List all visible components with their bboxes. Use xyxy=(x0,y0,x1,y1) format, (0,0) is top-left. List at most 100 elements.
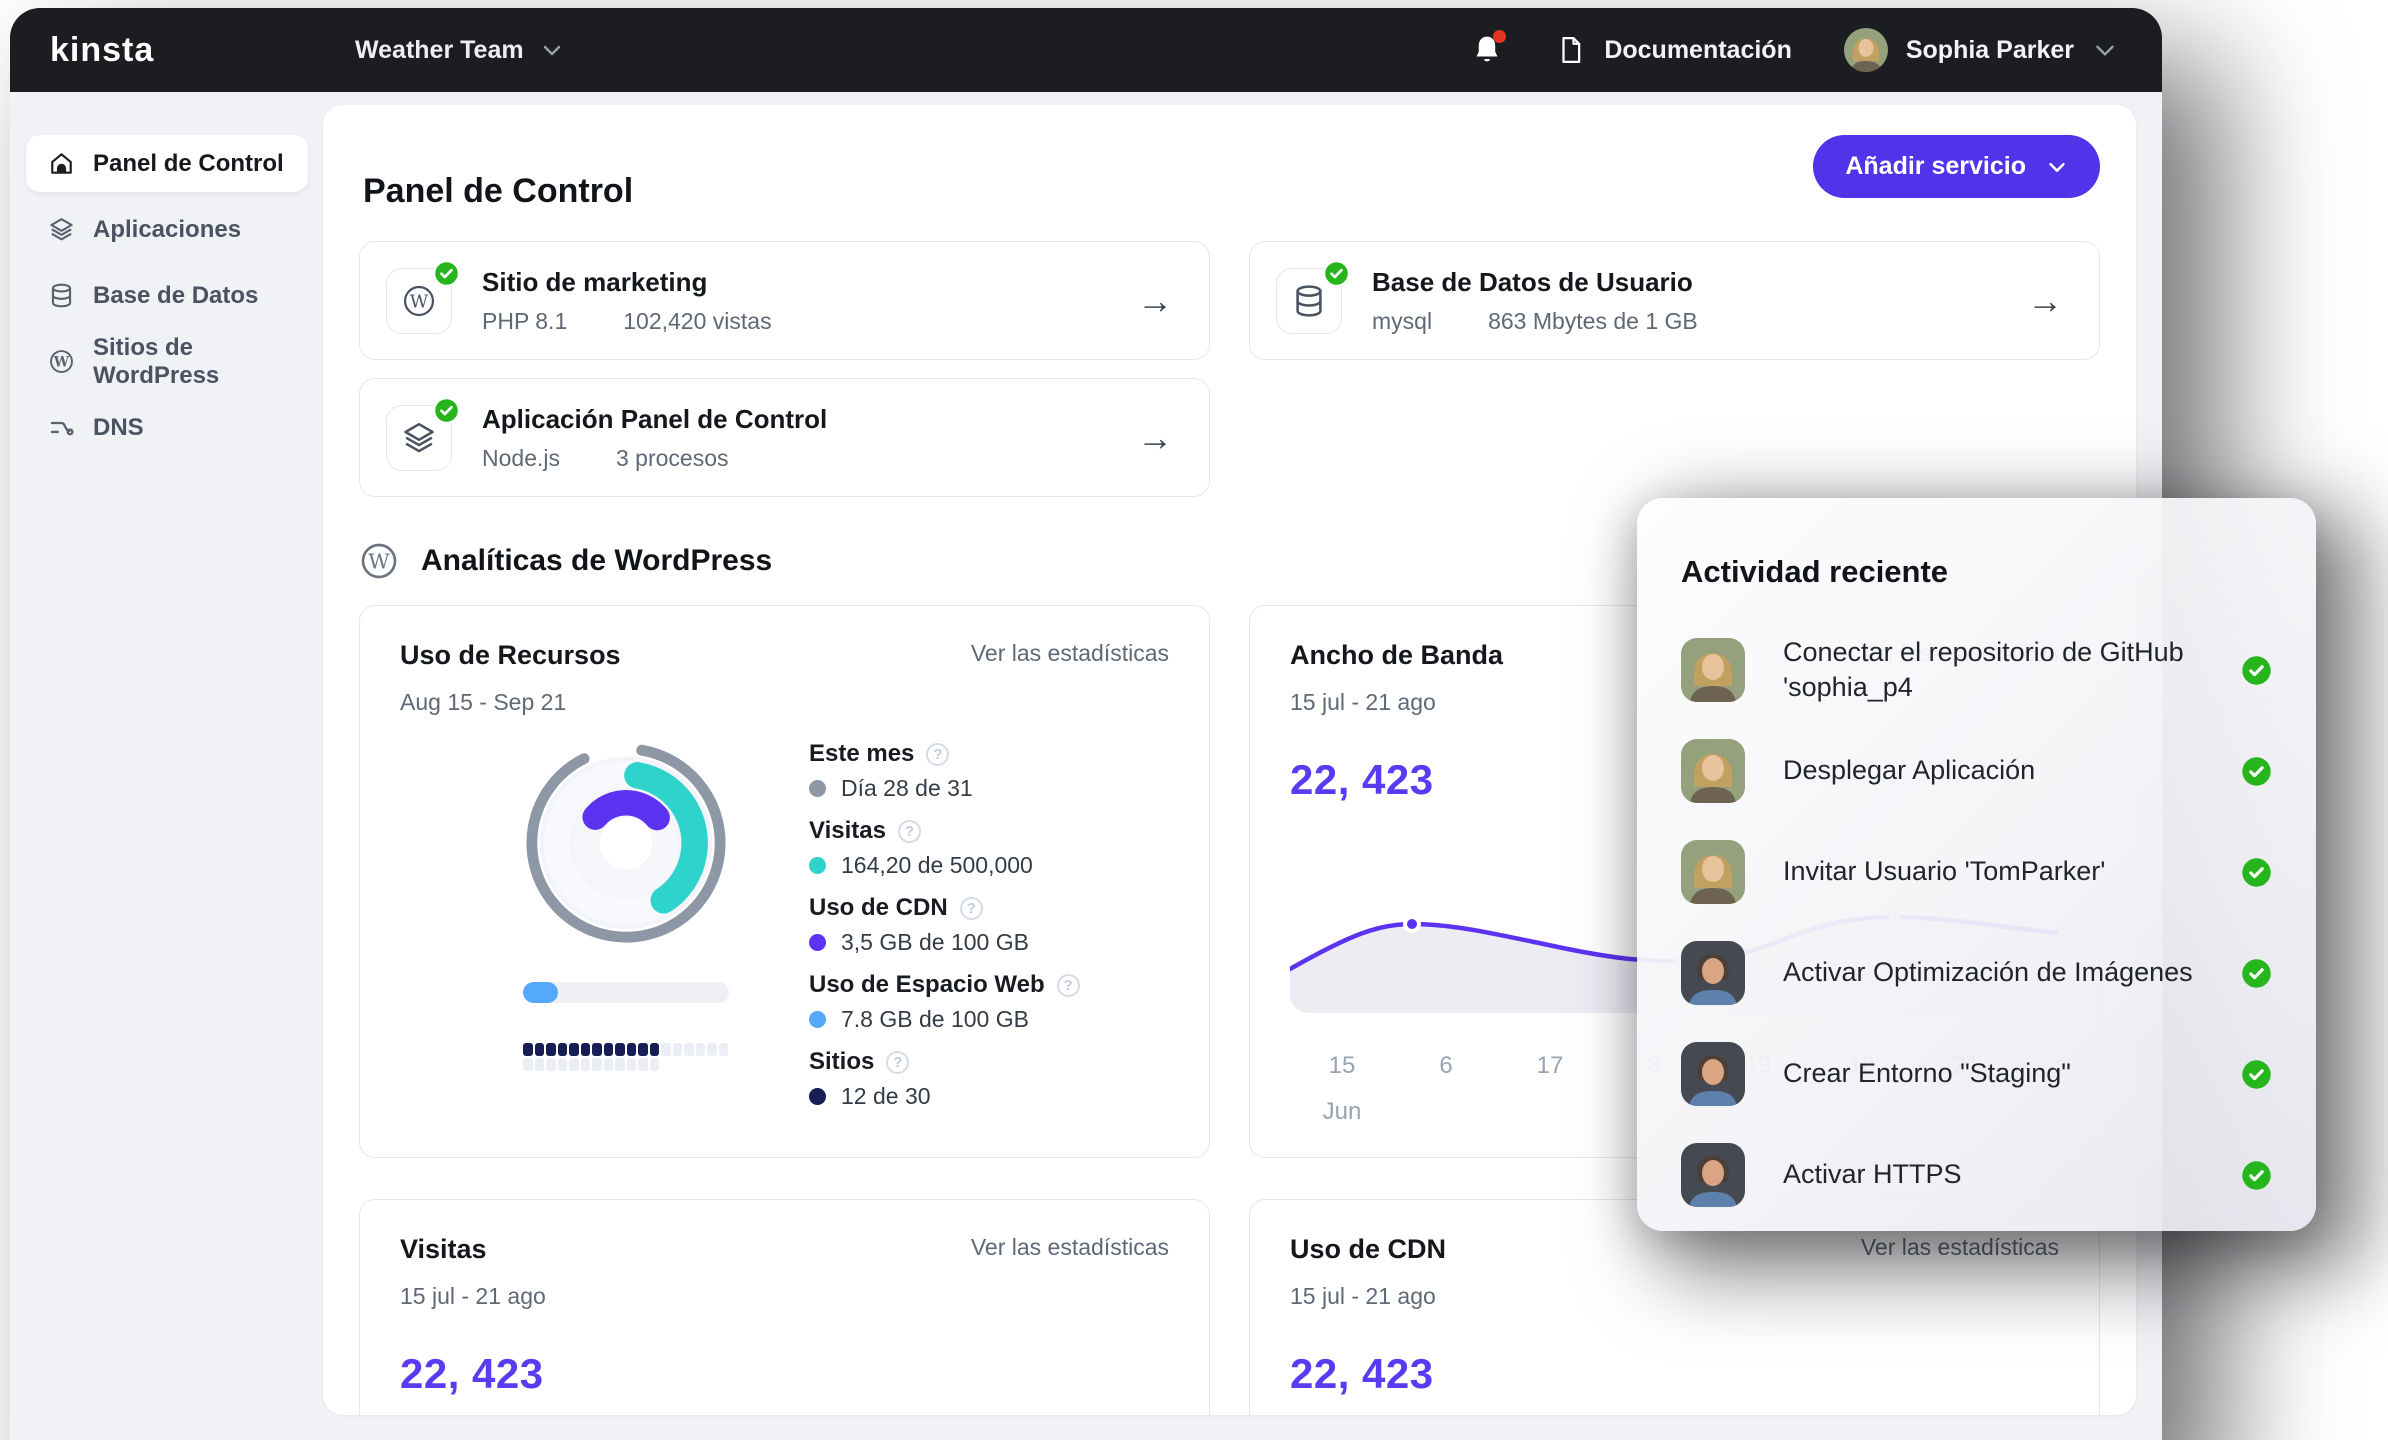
database-icon xyxy=(1291,283,1327,319)
page-title: Panel de Control xyxy=(363,172,633,211)
help-icon[interactable]: ? xyxy=(898,820,921,843)
x-axis-tick: 15 xyxy=(1329,1052,1356,1079)
layers-icon xyxy=(401,420,437,456)
service-card-base-de-datos-de-usuario[interactable]: Base de Datos de Usuario mysql 863 Mbyte… xyxy=(1249,241,2100,360)
documentation-link[interactable]: Documentación xyxy=(1556,33,1792,67)
service-cards-grid: W Sitio de marketing PHP 8.1 102,420 vis… xyxy=(359,241,2100,497)
activity-item[interactable]: Conectar el repositorio de GitHub 'sophi… xyxy=(1681,628,2272,712)
help-icon[interactable]: ? xyxy=(886,1051,909,1074)
activity-item[interactable]: Desplegar Aplicación xyxy=(1681,729,2272,813)
sidebar-navigation: Panel de Control Aplicaciones Base de Da… xyxy=(26,135,308,456)
arrow-right-icon[interactable]: → xyxy=(2027,283,2063,319)
chevron-down-icon xyxy=(2046,156,2068,178)
avatar xyxy=(1681,739,1745,803)
status-ok-badge xyxy=(1323,260,1350,287)
legend-color-dot xyxy=(809,934,826,951)
service-meta-runtime: Node.js xyxy=(482,445,560,472)
view-stats-link[interactable]: Ver las estadísticas xyxy=(971,1234,1169,1261)
visits-card: Visitas Ver las estadísticas 15 jul - 21… xyxy=(359,1199,1210,1415)
site-segment xyxy=(673,1043,683,1056)
service-title: Base de Datos de Usuario xyxy=(1372,267,1698,298)
check-circle-icon xyxy=(2241,756,2272,787)
arrow-right-icon[interactable]: → xyxy=(1137,420,1173,456)
wordpress-icon: W xyxy=(48,348,75,375)
team-selector-label: Weather Team xyxy=(355,36,524,65)
sidebar-item-label: DNS xyxy=(93,414,144,442)
document-icon xyxy=(1556,33,1586,67)
legend-item-visitas: Visitas? 164,20 de 500,000 xyxy=(809,817,1080,879)
activity-item[interactable]: Crear Entorno "Staging" xyxy=(1681,1032,2272,1116)
service-meta-runtime: mysql xyxy=(1372,308,1432,335)
card-date-range: 15 jul - 21 ago xyxy=(1290,1283,2059,1310)
resource-usage-donut-chart xyxy=(523,740,729,946)
help-icon[interactable]: ? xyxy=(1057,974,1080,997)
legend-item-este-mes: Este mes? Día 28 de 31 xyxy=(809,740,1080,802)
svg-text:W: W xyxy=(368,550,390,574)
activity-item[interactable]: Activar HTTPS xyxy=(1681,1133,2272,1217)
service-icon-tile xyxy=(386,405,452,471)
site-segment xyxy=(719,1043,729,1056)
legend-label: Este mes xyxy=(809,740,914,768)
legend-value: Día 28 de 31 xyxy=(841,775,973,802)
legend-color-dot xyxy=(809,1088,826,1105)
sidebar-item-label: Aplicaciones xyxy=(93,216,241,244)
service-icon-tile: W xyxy=(386,268,452,334)
site-segment xyxy=(627,1043,637,1056)
sidebar-item-label: Base de Datos xyxy=(93,282,258,310)
wordpress-analytics-heading: W Analíticas de WordPress xyxy=(359,541,772,581)
service-meta-stat: 863 Mbytes de 1 GB xyxy=(1488,308,1698,335)
site-segment xyxy=(581,1058,591,1071)
site-segment xyxy=(707,1043,717,1056)
legend-label: Visitas xyxy=(809,817,886,845)
wordpress-icon: W xyxy=(359,541,399,581)
site-segment xyxy=(569,1058,579,1071)
site-segment xyxy=(569,1043,579,1056)
sidebar-item-sitios-de-wordpress[interactable]: W Sitios de WordPress xyxy=(26,333,308,390)
avatar xyxy=(1681,638,1745,702)
site-segment xyxy=(615,1058,625,1071)
legend-color-dot xyxy=(809,780,826,797)
sidebar-item-dns[interactable]: DNS xyxy=(26,399,308,456)
notifications-button[interactable] xyxy=(1470,32,1504,68)
service-meta-stat: 102,420 vistas xyxy=(623,308,771,335)
avatar xyxy=(1681,941,1745,1005)
activity-item[interactable]: Activar Optimización de Imágenes xyxy=(1681,931,2272,1015)
activity-text: Invitar Usuario 'TomParker' xyxy=(1783,854,2203,889)
legend-value: 3,5 GB de 100 GB xyxy=(841,929,1029,956)
sidebar-item-panel-de-control[interactable]: Panel de Control xyxy=(26,135,308,192)
team-selector[interactable]: Weather Team xyxy=(355,36,564,65)
sidebar-item-base-de-datos[interactable]: Base de Datos xyxy=(26,267,308,324)
chart-marker-dot xyxy=(1405,917,1419,931)
view-stats-link[interactable]: Ver las estadísticas xyxy=(971,640,1169,667)
user-menu[interactable]: Sophia Parker xyxy=(1844,28,2118,72)
user-avatar xyxy=(1844,28,1888,72)
site-segment xyxy=(592,1058,602,1071)
activity-item[interactable]: Invitar Usuario 'TomParker' xyxy=(1681,830,2272,914)
service-card-sitio-de-marketing[interactable]: W Sitio de marketing PHP 8.1 102,420 vis… xyxy=(359,241,1210,360)
add-service-label: Añadir servicio xyxy=(1845,152,2026,181)
status-ok-badge xyxy=(433,397,460,424)
site-segment xyxy=(546,1058,556,1071)
help-icon[interactable]: ? xyxy=(960,897,983,920)
site-segment xyxy=(650,1043,660,1056)
notification-badge-dot xyxy=(1493,30,1506,43)
home-icon xyxy=(48,150,75,177)
service-info: Base de Datos de Usuario mysql 863 Mbyte… xyxy=(1372,267,1698,335)
activity-text: Activar HTTPS xyxy=(1783,1157,2203,1192)
status-ok-badge xyxy=(433,260,460,287)
help-icon[interactable]: ? xyxy=(926,743,949,766)
view-stats-link[interactable]: Ver las estadísticas xyxy=(1861,1234,2059,1261)
sidebar-item-aplicaciones[interactable]: Aplicaciones xyxy=(26,201,308,258)
site-segment xyxy=(558,1043,568,1056)
site-segment xyxy=(558,1058,568,1071)
service-card-aplicacion-panel-de-control[interactable]: Aplicación Panel de Control Node.js 3 pr… xyxy=(359,378,1210,497)
section-title: Analíticas de WordPress xyxy=(421,544,772,578)
recent-activity-panel: Actividad reciente Conectar el repositor… xyxy=(1637,498,2316,1231)
add-service-button[interactable]: Añadir servicio xyxy=(1813,135,2100,198)
legend-item-uso-de-cdn: Uso de CDN? 3,5 GB de 100 GB xyxy=(809,894,1080,956)
visits-total: 22, 423 xyxy=(400,1350,1169,1398)
legend-color-dot xyxy=(809,1011,826,1028)
arrow-right-icon[interactable]: → xyxy=(1137,283,1173,319)
check-circle-icon xyxy=(2241,857,2272,888)
site-segment xyxy=(581,1043,591,1056)
